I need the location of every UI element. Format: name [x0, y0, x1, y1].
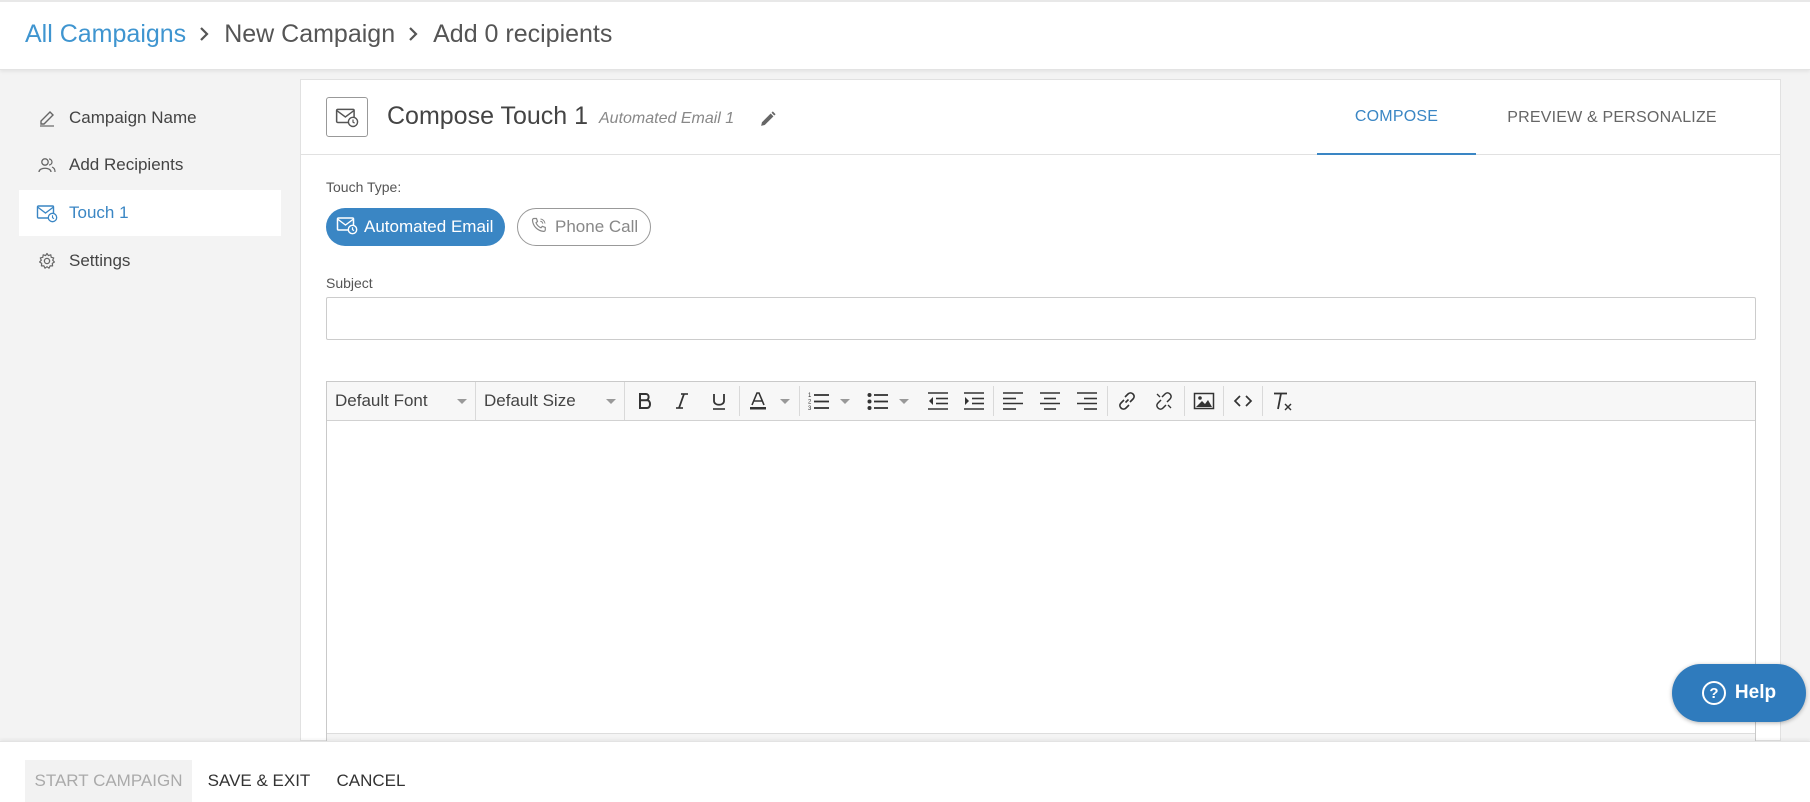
align-center-icon[interactable]	[1033, 382, 1067, 420]
help-label: Help	[1734, 682, 1777, 703]
editor-toolbar: Default Font Default Size 1 2 3	[327, 382, 1755, 421]
start-campaign-button[interactable]: START CAMPAIGN	[25, 760, 192, 802]
touch-type-label: Touch Type:	[326, 179, 402, 195]
touch-name: Automated Email 1	[599, 110, 735, 127]
breadcrumb-new-campaign[interactable]: New Campaign	[224, 20, 395, 49]
save-exit-button[interactable]: SAVE & EXIT	[200, 760, 318, 802]
top-bar: All Campaigns New Campaign Add 0 recipie…	[0, 0, 1810, 70]
compose-card: Compose Touch 1 Automated Email 1 COMPOS…	[300, 79, 1781, 743]
cancel-button[interactable]: CANCEL	[330, 760, 412, 802]
numbered-list-icon[interactable]: 123	[803, 382, 855, 420]
bold-icon[interactable]	[628, 382, 662, 420]
sidebar-item-settings[interactable]: Settings	[19, 238, 281, 284]
subject-label: Subject	[326, 275, 373, 291]
email-clock-icon	[336, 215, 358, 240]
email-clock-icon	[19, 203, 69, 223]
text-color-icon[interactable]	[741, 382, 797, 420]
pencil-icon	[19, 108, 69, 128]
sidebar-item-add-recipients[interactable]: Add Recipients	[19, 142, 281, 188]
source-code-icon[interactable]	[1226, 382, 1260, 420]
compose-header: Compose Touch 1 Automated Email 1 COMPOS…	[301, 80, 1780, 155]
clear-formatting-icon[interactable]	[1265, 382, 1299, 420]
breadcrumb-current: Add 0 recipients	[433, 19, 613, 48]
sidebar-item-campaign-name[interactable]: Campaign Name	[19, 95, 281, 141]
caret-down-icon	[780, 398, 790, 404]
email-clock-icon	[326, 97, 368, 137]
caret-down-icon	[606, 398, 616, 404]
sidebar: Campaign Name Add Recipients Touch 1 Set…	[0, 71, 300, 741]
caret-down-icon	[899, 398, 909, 404]
help-button[interactable]: ? Help	[1672, 664, 1806, 722]
indent-icon[interactable]	[957, 382, 991, 420]
tab-preview-personalize[interactable]: PREVIEW & PERSONALIZE	[1487, 80, 1737, 155]
font-family-select[interactable]: Default Font	[327, 382, 476, 420]
touch-type-automated-email-button[interactable]: Automated Email	[326, 208, 505, 246]
svg-text:2: 2	[808, 400, 812, 406]
touch-type-phone-call-button[interactable]: Phone Call	[517, 208, 651, 246]
breadcrumb: All Campaigns New Campaign Add 0 recipie…	[25, 17, 612, 51]
font-size-select[interactable]: Default Size	[476, 382, 625, 420]
sidebar-item-label: Campaign Name	[69, 108, 197, 127]
gear-icon	[19, 251, 69, 271]
email-body-editor: Default Font Default Size 1 2 3	[326, 381, 1756, 743]
page-title: Compose Touch 1	[387, 102, 589, 130]
question-icon: ?	[1701, 681, 1726, 705]
sidebar-item-label: Touch 1	[69, 203, 129, 222]
sidebar-item-label: Settings	[69, 251, 131, 270]
font-size-value: Default Size	[484, 391, 576, 410]
link-icon[interactable]	[1110, 382, 1144, 420]
sidebar-item-touch-1[interactable]: Touch 1	[19, 190, 281, 236]
caret-down-icon	[457, 398, 467, 404]
tab-compose[interactable]: COMPOSE	[1317, 80, 1476, 155]
sidebar-item-label: Add Recipients	[69, 155, 184, 174]
touch-type-label-email: Automated Email	[364, 217, 494, 236]
email-body-content[interactable]	[327, 421, 1755, 734]
subject-input[interactable]	[326, 297, 1756, 340]
touch-type-label-phone: Phone Call	[555, 217, 639, 236]
font-family-value: Default Font	[335, 391, 428, 410]
align-right-icon[interactable]	[1070, 382, 1104, 420]
phone-icon	[531, 217, 547, 238]
italic-icon[interactable]	[665, 382, 699, 420]
align-left-icon[interactable]	[996, 382, 1030, 420]
edit-pencil-icon[interactable]	[759, 111, 776, 133]
outdent-icon[interactable]	[921, 382, 955, 420]
insert-image-icon[interactable]	[1187, 382, 1221, 420]
underline-icon[interactable]	[702, 382, 736, 420]
users-icon	[19, 155, 69, 175]
footer-bar: START CAMPAIGN SAVE & EXIT CANCEL	[0, 741, 1810, 802]
unlink-icon[interactable]	[1147, 382, 1181, 420]
svg-text:3: 3	[808, 406, 812, 411]
chevron-right-icon	[395, 17, 433, 51]
caret-down-icon	[840, 398, 850, 404]
bulleted-list-icon[interactable]	[861, 382, 915, 420]
chevron-right-icon	[186, 17, 224, 51]
breadcrumb-all-campaigns[interactable]: All Campaigns	[25, 20, 186, 49]
svg-text:1: 1	[808, 393, 812, 399]
